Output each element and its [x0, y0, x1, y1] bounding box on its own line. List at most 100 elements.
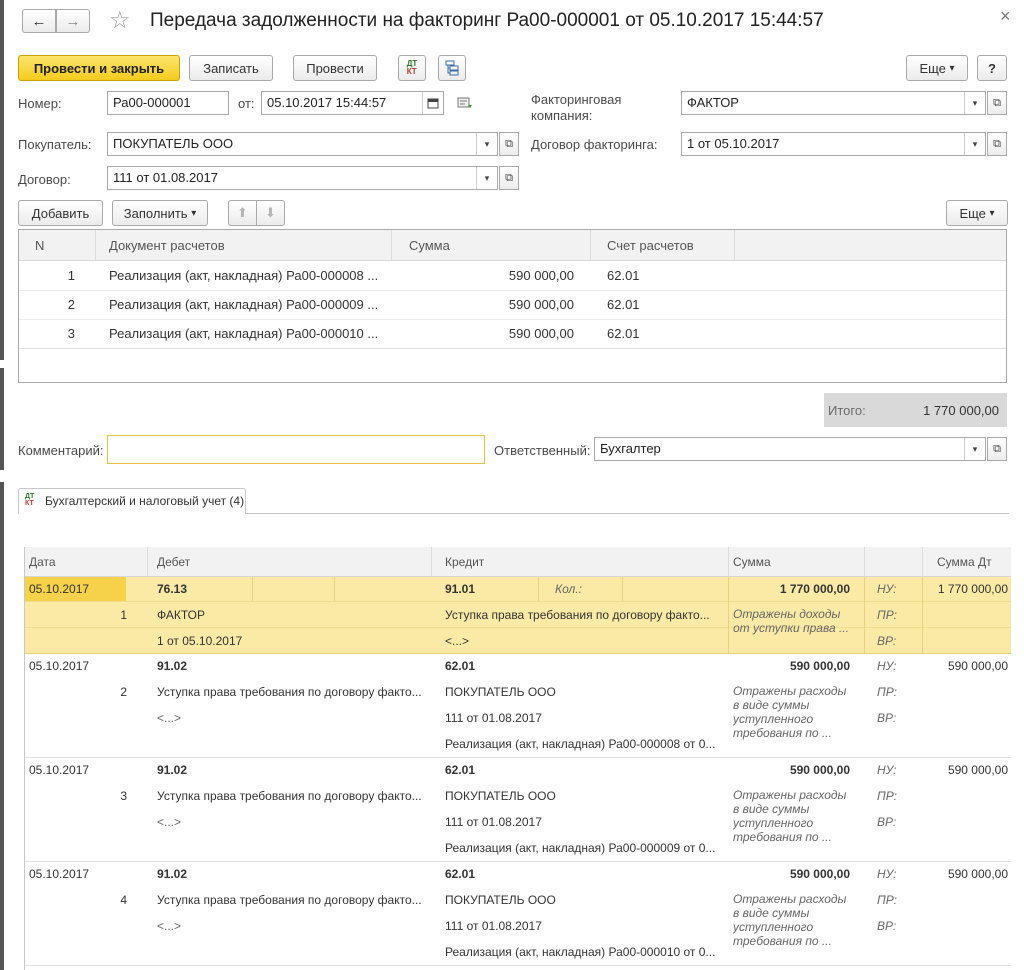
post-and-close-button[interactable]: Провести и закрыть — [18, 55, 180, 81]
factoring-contract-field[interactable]: 1 от 05.10.2017 ▾ — [681, 132, 986, 156]
posting-credit-sub1: ПОКУПАТЕЛЬ ООО — [445, 893, 556, 907]
buyer-value: ПОКУПАТЕЛЬ ООО — [113, 136, 234, 151]
responsible-field[interactable]: Бухгалтер ▾ — [594, 437, 986, 461]
posting-credit-sub3: Реализация (акт, накладная) Ра00-000008 … — [445, 737, 716, 751]
buyer-field[interactable]: ПОКУПАТЕЛЬ ООО ▾ — [107, 132, 498, 156]
table-row[interactable]: 2 Реализация (акт, накладная) Ра00-00000… — [19, 290, 1006, 320]
structure-icon — [445, 60, 459, 76]
move-down-button[interactable]: ⬇ — [256, 200, 285, 226]
row-sum: 590 000,00 — [508, 297, 574, 312]
column-divider — [95, 230, 96, 260]
contract-dropdown[interactable]: ▾ — [476, 167, 497, 189]
calendar-button[interactable] — [422, 92, 443, 114]
factoring-company-dropdown[interactable]: ▾ — [964, 92, 985, 114]
column-divider — [734, 230, 735, 260]
postings-header-date[interactable]: Дата — [29, 555, 56, 569]
responsible-open-button[interactable]: ⧉ — [987, 437, 1007, 461]
posting-credit-sub2: 111 от 01.08.2017 — [445, 711, 542, 725]
contract-open-button[interactable]: ⧉ — [499, 166, 519, 190]
more-button[interactable]: Еще ▾ — [906, 55, 968, 81]
posting-nu-label: НУ: — [877, 763, 897, 777]
posting-debit-sub2: <...> — [157, 919, 182, 933]
forward-button[interactable]: → — [56, 9, 90, 33]
posting-vr-label: ВР: — [877, 634, 897, 648]
buyer-open-button[interactable]: ⧉ — [499, 132, 519, 156]
factoring-company-field[interactable]: ФАКТОР ▾ — [681, 91, 986, 115]
factoring-company-open-button[interactable]: ⧉ — [987, 91, 1007, 115]
posting-sum-dt: 590 000,00 — [947, 867, 1008, 881]
posting-credit-sub3: Реализация (акт, накладная) Ра00-000009 … — [445, 841, 716, 855]
posting-row[interactable]: 05.10.2017 91.02 62.01 590 000,00 НУ: 59… — [25, 653, 1011, 758]
open-icon: ⧉ — [993, 96, 1001, 109]
postings-header-debit[interactable]: Дебет — [157, 555, 190, 569]
chevron-down-icon: ▾ — [989, 207, 995, 219]
table-row[interactable]: 1 Реализация (акт, накладная) Ра00-00000… — [19, 261, 1006, 291]
fill-button-label: Заполнить — [123, 205, 188, 221]
contract-label: Договор: — [18, 172, 71, 187]
factoring-contract-dropdown[interactable]: ▾ — [964, 133, 985, 155]
date-label: от: — [238, 96, 255, 111]
responsible-dropdown[interactable]: ▾ — [964, 438, 985, 460]
posting-credit-sub1: Уступка права требования по договору фак… — [445, 608, 710, 622]
table-more-button[interactable]: Еще ▾ — [946, 200, 1008, 226]
column-divider — [431, 547, 432, 576]
posting-row[interactable]: 05.10.2017 91.02 62.01 590 000,00 НУ: 59… — [25, 757, 1011, 862]
postings-header-sum[interactable]: Сумма — [733, 555, 771, 569]
posting-sum: 1 770 000,00 — [779, 582, 850, 596]
column-divider — [252, 577, 253, 601]
posting-row[interactable]: 05.10.2017 76.13 91.01 Кол.: 1 770 000,0… — [25, 577, 1011, 654]
dt-kt-button[interactable]: ДТ КТ — [398, 55, 426, 81]
column-header-n[interactable]: N — [35, 238, 44, 253]
tab-postings[interactable]: ДТ КТ Бухгалтерский и налоговый учет (4) — [18, 488, 246, 514]
close-icon[interactable]: × — [1000, 6, 1011, 27]
factoring-company-label: Факторинговая компания: — [531, 92, 622, 123]
table-more-label: Еще — [959, 205, 986, 221]
posting-content: Отражены доходы от уступки права ... — [733, 607, 849, 635]
factoring-contract-open-button[interactable]: ⧉ — [987, 132, 1007, 156]
date-field[interactable]: 05.10.2017 15:44:57 — [261, 91, 444, 115]
history-icon[interactable] — [457, 96, 473, 113]
posting-debit-sub1: Уступка права требования по договору фак… — [157, 685, 422, 699]
dt-kt-icon: ДТ КТ — [406, 59, 418, 76]
table-row[interactable]: 3 Реализация (акт, накладная) Ра00-00001… — [19, 319, 1006, 349]
calendar-icon — [427, 98, 439, 109]
back-button[interactable]: ← — [22, 9, 56, 33]
save-button[interactable]: Записать — [189, 55, 273, 81]
help-button[interactable]: ? — [977, 55, 1007, 81]
column-divider — [538, 577, 539, 601]
dt-kt-icon: ДТ КТ — [25, 493, 35, 507]
row-account: 62.01 — [607, 297, 640, 312]
column-header-document[interactable]: Документ расчетов — [109, 238, 225, 253]
row-sum: 590 000,00 — [508, 268, 574, 283]
postings-header-credit[interactable]: Кредит — [445, 555, 484, 569]
add-button[interactable]: Добавить — [18, 200, 103, 226]
favorite-star-icon[interactable]: ☆ — [109, 6, 131, 35]
buyer-label: Покупатель: — [18, 137, 92, 152]
row-number: 3 — [67, 326, 75, 341]
postings-header-sum-dt[interactable]: Сумма Дт — [937, 555, 992, 569]
move-up-button[interactable]: ⬆ — [228, 200, 257, 226]
post-button[interactable]: Провести — [293, 55, 377, 81]
number-field[interactable]: Ра00-000001 — [107, 91, 229, 115]
posting-debit-sub1: Уступка права требования по договору фак… — [157, 789, 422, 803]
buyer-dropdown[interactable]: ▾ — [476, 133, 497, 155]
posting-nu-label: НУ: — [877, 659, 897, 673]
posting-pr-label: ПР: — [877, 685, 897, 699]
structure-button[interactable] — [438, 55, 466, 81]
posting-content: Отражены расходы в виде суммы уступленного… — [733, 684, 847, 740]
row-account: 62.01 — [607, 326, 640, 341]
posting-sum: 590 000,00 — [789, 659, 850, 673]
posting-credit-sub1: ПОКУПАТЕЛЬ ООО — [445, 789, 556, 803]
comment-input[interactable] — [107, 435, 485, 464]
left-edge-bar — [0, 0, 4, 360]
factoring-contract-value: 1 от 05.10.2017 — [687, 136, 780, 151]
fill-button[interactable]: Заполнить ▾ — [112, 200, 208, 226]
column-header-sum[interactable]: Сумма — [409, 238, 450, 253]
contract-field[interactable]: 111 от 01.08.2017 ▾ — [107, 166, 498, 190]
column-header-account[interactable]: Счет расчетов — [607, 238, 694, 253]
posting-pr-label: ПР: — [877, 789, 897, 803]
posting-vr-label: ВР: — [877, 919, 897, 933]
posting-row[interactable]: 05.10.2017 91.02 62.01 590 000,00 НУ: 59… — [25, 861, 1011, 966]
posting-date: 05.10.2017 — [29, 867, 90, 881]
forward-arrow-icon: → — [65, 12, 81, 30]
